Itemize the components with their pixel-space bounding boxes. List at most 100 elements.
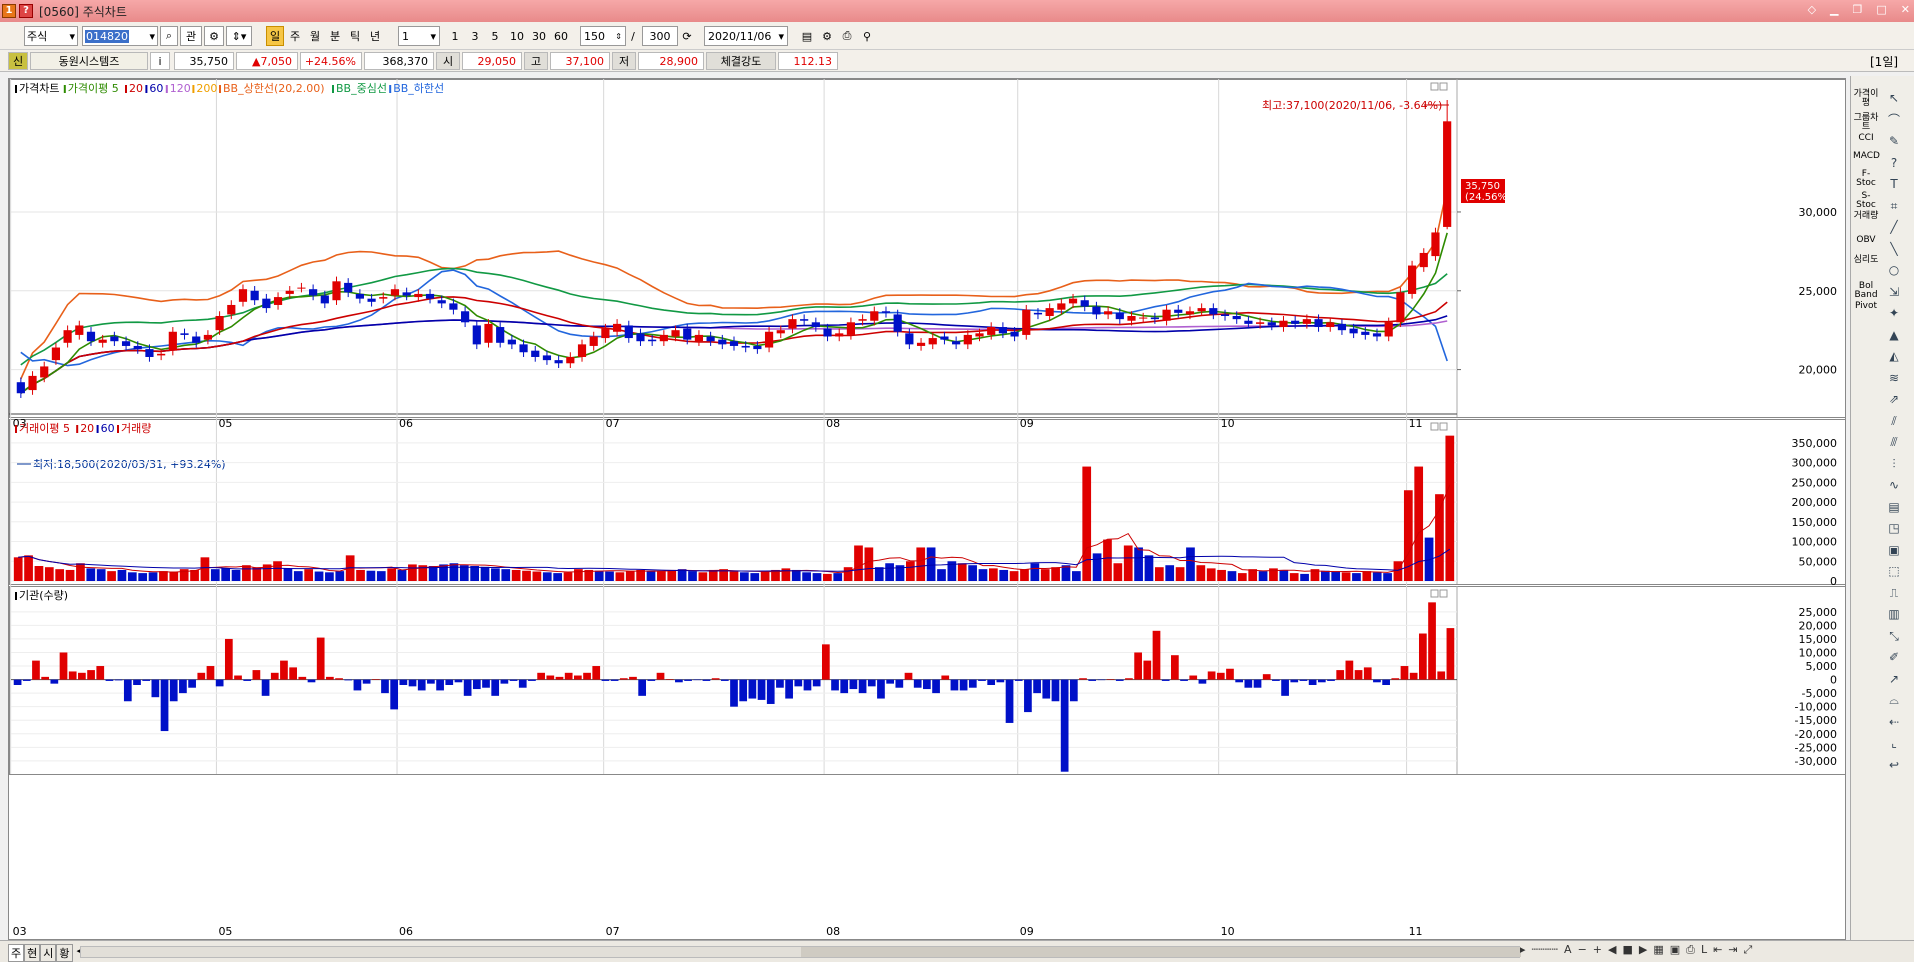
- period-tick-button[interactable]: 틱: [346, 26, 364, 46]
- drawing-tool-icon[interactable]: ⫶: [1885, 456, 1903, 472]
- period-day-button[interactable]: 일: [266, 26, 284, 46]
- indicator-tool-4[interactable]: F-Stoc: [1853, 170, 1879, 188]
- tab-0[interactable]: 주: [8, 944, 25, 962]
- drawing-tool-icon[interactable]: ✎: [1885, 133, 1903, 149]
- restore-icon[interactable]: ❐: [1853, 3, 1863, 16]
- drawing-tool-icon[interactable]: ⇠: [1885, 714, 1903, 730]
- drawing-tool-icon[interactable]: ↖: [1885, 90, 1903, 106]
- zoom-in-icon[interactable]: +: [1593, 943, 1602, 957]
- period-year-button[interactable]: 년: [366, 26, 384, 46]
- min-10-button[interactable]: 10: [506, 26, 528, 46]
- min-3-button[interactable]: 3: [466, 26, 484, 46]
- window-menu-button[interactable]: 1: [2, 4, 16, 18]
- drawing-tool-icon[interactable]: ▤: [1885, 499, 1903, 515]
- chart-svg[interactable]: 0303050506060707080809091010111130,00025…: [9, 79, 1847, 941]
- back-icon[interactable]: ⇤: [1713, 943, 1722, 957]
- filter-icon[interactable]: ⚲: [858, 26, 876, 46]
- drawing-tool-icon[interactable]: ⎍: [1885, 585, 1903, 601]
- drawing-tool-icon[interactable]: ◭: [1885, 348, 1903, 364]
- layout-icon[interactable]: L: [1701, 943, 1707, 957]
- expand-icon[interactable]: ⤢: [1744, 943, 1753, 957]
- drawing-tool-icon[interactable]: ✦: [1885, 305, 1903, 321]
- drawing-tool-icon[interactable]: ≋: [1885, 370, 1903, 386]
- print-icon[interactable]: ⎙: [1686, 943, 1695, 957]
- first-icon[interactable]: ◀: [1608, 943, 1616, 957]
- refresh-icon[interactable]: ⟳: [680, 26, 694, 46]
- period-minute-button[interactable]: 분: [326, 26, 344, 46]
- chart-area[interactable]: 03 03 05 05 06 06 07 07 08 08 09 09 10 10 11 11 30,000 25…: [8, 78, 1846, 940]
- excel-icon[interactable]: ▦: [1653, 943, 1663, 957]
- drawing-tool-icon[interactable]: ⫻: [1885, 434, 1903, 450]
- settings-button[interactable]: ⚙: [204, 26, 224, 46]
- interest-button[interactable]: 관: [180, 26, 202, 46]
- indicator-tool-3[interactable]: MACD: [1853, 152, 1880, 161]
- drawing-tool-icon[interactable]: T: [1885, 176, 1903, 192]
- save-icon[interactable]: ▤: [798, 26, 816, 46]
- indicator-tool-10[interactable]: Pivot: [1853, 302, 1879, 311]
- date-picker[interactable]: 2020/11/06 ▾: [704, 26, 788, 46]
- pin-icon[interactable]: ◇: [1808, 3, 1816, 16]
- indicator-tool-0[interactable]: 가격이평: [1853, 90, 1879, 108]
- drawing-tool-icon[interactable]: ⌞: [1885, 735, 1903, 751]
- min-1-button[interactable]: 1: [446, 26, 464, 46]
- minimize-icon[interactable]: ▁: [1830, 3, 1838, 16]
- market-select[interactable]: 주식 ▾: [24, 26, 78, 46]
- maximize-icon[interactable]: □: [1876, 3, 1886, 16]
- scrollbar-thumb[interactable]: [801, 947, 1521, 957]
- help-button[interactable]: ?: [19, 4, 33, 18]
- drawing-tool-icon[interactable]: ⇲: [1885, 284, 1903, 300]
- min-30-button[interactable]: 30: [528, 26, 550, 46]
- drawing-tool-icon[interactable]: ↩: [1885, 757, 1903, 773]
- zoom-out-icon[interactable]: −: [1578, 943, 1587, 957]
- drawing-tool-icon[interactable]: ○: [1885, 262, 1903, 278]
- indicator-tool-5[interactable]: S-Stoc: [1853, 192, 1879, 210]
- print-icon[interactable]: ⎙: [838, 26, 856, 46]
- updown-button[interactable]: ⇕▾: [226, 26, 252, 46]
- drawing-tool-icon[interactable]: ▥: [1885, 606, 1903, 622]
- drawing-tool-icon[interactable]: ⌒: [1885, 112, 1903, 128]
- period-week-button[interactable]: 주: [286, 26, 304, 46]
- drawing-tool-icon[interactable]: ▲: [1885, 327, 1903, 343]
- tab-1[interactable]: 현: [24, 944, 41, 962]
- min-5-button[interactable]: 5: [486, 26, 504, 46]
- stock-name[interactable]: 동원시스템즈: [30, 52, 148, 70]
- search-button[interactable]: ⌕: [160, 26, 178, 46]
- drawing-tool-icon[interactable]: ↗: [1885, 671, 1903, 687]
- drawing-tool-icon[interactable]: ✐: [1885, 649, 1903, 665]
- info-button[interactable]: i: [150, 52, 170, 70]
- forward-icon[interactable]: ⇥: [1728, 943, 1737, 957]
- drawing-tool-icon[interactable]: ⇗: [1885, 391, 1903, 407]
- horizontal-scrollbar[interactable]: [80, 946, 1521, 958]
- tab-2[interactable]: 시: [40, 944, 57, 962]
- close-icon[interactable]: ✕: [1901, 3, 1910, 16]
- indicator-tool-6[interactable]: 거래량: [1853, 212, 1879, 221]
- drawing-tool-icon[interactable]: ⬚: [1885, 563, 1903, 579]
- drawing-tool-icon[interactable]: ∿: [1885, 477, 1903, 493]
- indicator-tool-1[interactable]: 그룹차트: [1853, 114, 1879, 132]
- stop-icon[interactable]: ■: [1622, 943, 1632, 957]
- scroll-right-icon[interactable]: ▸: [1520, 943, 1526, 957]
- drawing-tool-icon[interactable]: ⤡: [1885, 628, 1903, 644]
- stock-code-input[interactable]: 014820 ▾: [82, 26, 158, 46]
- indicator-tool-9[interactable]: Bol Band: [1853, 282, 1879, 300]
- drawing-tool-icon[interactable]: ╲: [1885, 241, 1903, 257]
- indicator-tool-8[interactable]: 심리도: [1853, 256, 1879, 265]
- count-stepper[interactable]: 150 ⇕: [580, 26, 626, 46]
- play-icon[interactable]: ▶: [1639, 943, 1647, 957]
- tab-3[interactable]: 황: [56, 944, 73, 962]
- tick-select[interactable]: 1 ▾: [398, 26, 440, 46]
- period-month-button[interactable]: 월: [306, 26, 324, 46]
- zoom-slider-icon[interactable]: ┄┄┄┄: [1532, 943, 1559, 957]
- indicator-tool-7[interactable]: OBV: [1853, 236, 1879, 245]
- indicator-tool-2[interactable]: CCI: [1853, 134, 1879, 143]
- min-60-button[interactable]: 60: [550, 26, 572, 46]
- drawing-tool-icon[interactable]: ▣: [1885, 542, 1903, 558]
- drawing-tool-icon[interactable]: ?: [1885, 155, 1903, 171]
- save-icon[interactable]: ▣: [1670, 943, 1680, 957]
- drawing-tool-icon[interactable]: ◳: [1885, 520, 1903, 536]
- total-count-field[interactable]: 300: [642, 26, 678, 46]
- drawing-tool-icon[interactable]: ⌓: [1885, 692, 1903, 708]
- gear-icon[interactable]: ⚙: [818, 26, 836, 46]
- drawing-tool-icon[interactable]: ╱: [1885, 219, 1903, 235]
- drawing-tool-icon[interactable]: ⫽: [1885, 413, 1903, 429]
